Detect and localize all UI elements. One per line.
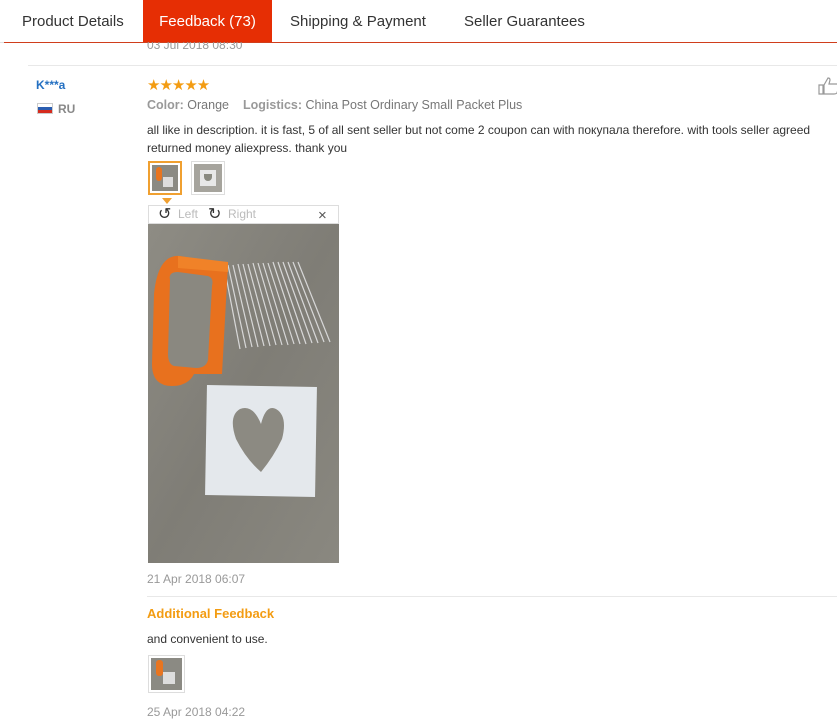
review-date: 21 Apr 2018 06:07 bbox=[147, 572, 246, 586]
review-text-line: all like in description. it is fast, 5 o… bbox=[147, 123, 811, 137]
review-photo-large bbox=[148, 224, 339, 563]
additional-photo-thumb[interactable] bbox=[148, 655, 185, 693]
additional-feedback-heading: Additional Feedback bbox=[147, 606, 275, 621]
rotate-right-label: Right bbox=[228, 207, 257, 221]
color-meta: Color: Orange bbox=[147, 98, 229, 112]
photo-thumbnail bbox=[194, 164, 222, 192]
thumbs-up-icon[interactable] bbox=[818, 77, 837, 95]
photo-thumbnail bbox=[152, 165, 178, 191]
product-photo bbox=[148, 224, 339, 563]
color-label: Color: bbox=[147, 98, 184, 112]
reviewer-country: RU bbox=[58, 102, 76, 116]
additional-feedback-text: and convenient to use. bbox=[147, 632, 268, 646]
review-text: all like in description. it is fast, 5 o… bbox=[147, 121, 810, 157]
logistics-value: China Post Ordinary Small Packet Plus bbox=[305, 98, 523, 112]
color-value: Orange bbox=[187, 98, 229, 112]
rotate-left-label: Left bbox=[178, 207, 199, 221]
rotate-left-icon: ↺ bbox=[158, 206, 172, 223]
review-photo-thumb-2[interactable] bbox=[191, 161, 225, 195]
photo-thumbnail bbox=[151, 658, 182, 690]
tab-seller-guarantees[interactable]: Seller Guarantees bbox=[464, 0, 585, 42]
review-photo-thumb-1[interactable] bbox=[148, 161, 182, 195]
additional-feedback-date: 25 Apr 2018 04:22 bbox=[147, 705, 246, 719]
russia-flag-icon bbox=[37, 103, 53, 114]
close-icon[interactable]: × bbox=[318, 207, 327, 224]
tab-product-details[interactable]: Product Details bbox=[22, 0, 124, 42]
rotate-right-button[interactable]: ↻ Right bbox=[208, 206, 257, 223]
additional-divider bbox=[147, 596, 837, 597]
reviewer-name: K***a bbox=[36, 78, 66, 92]
tab-bar: Product Details Feedback (73) Shipping &… bbox=[0, 0, 837, 43]
tab-shipping-payment[interactable]: Shipping & Payment bbox=[290, 0, 426, 42]
rotate-right-icon: ↻ bbox=[208, 206, 222, 223]
review-text-line: returned money aliexpress. thank you bbox=[147, 141, 348, 155]
star-rating: ★★★★★ bbox=[147, 77, 210, 94]
logistics-meta: Logistics: China Post Ordinary Small Pac… bbox=[243, 98, 522, 112]
review-divider bbox=[28, 65, 837, 66]
tab-feedback[interactable]: Feedback (73) bbox=[143, 0, 272, 42]
logistics-label: Logistics: bbox=[243, 98, 303, 112]
rotate-left-button[interactable]: ↺ Left bbox=[158, 206, 199, 223]
